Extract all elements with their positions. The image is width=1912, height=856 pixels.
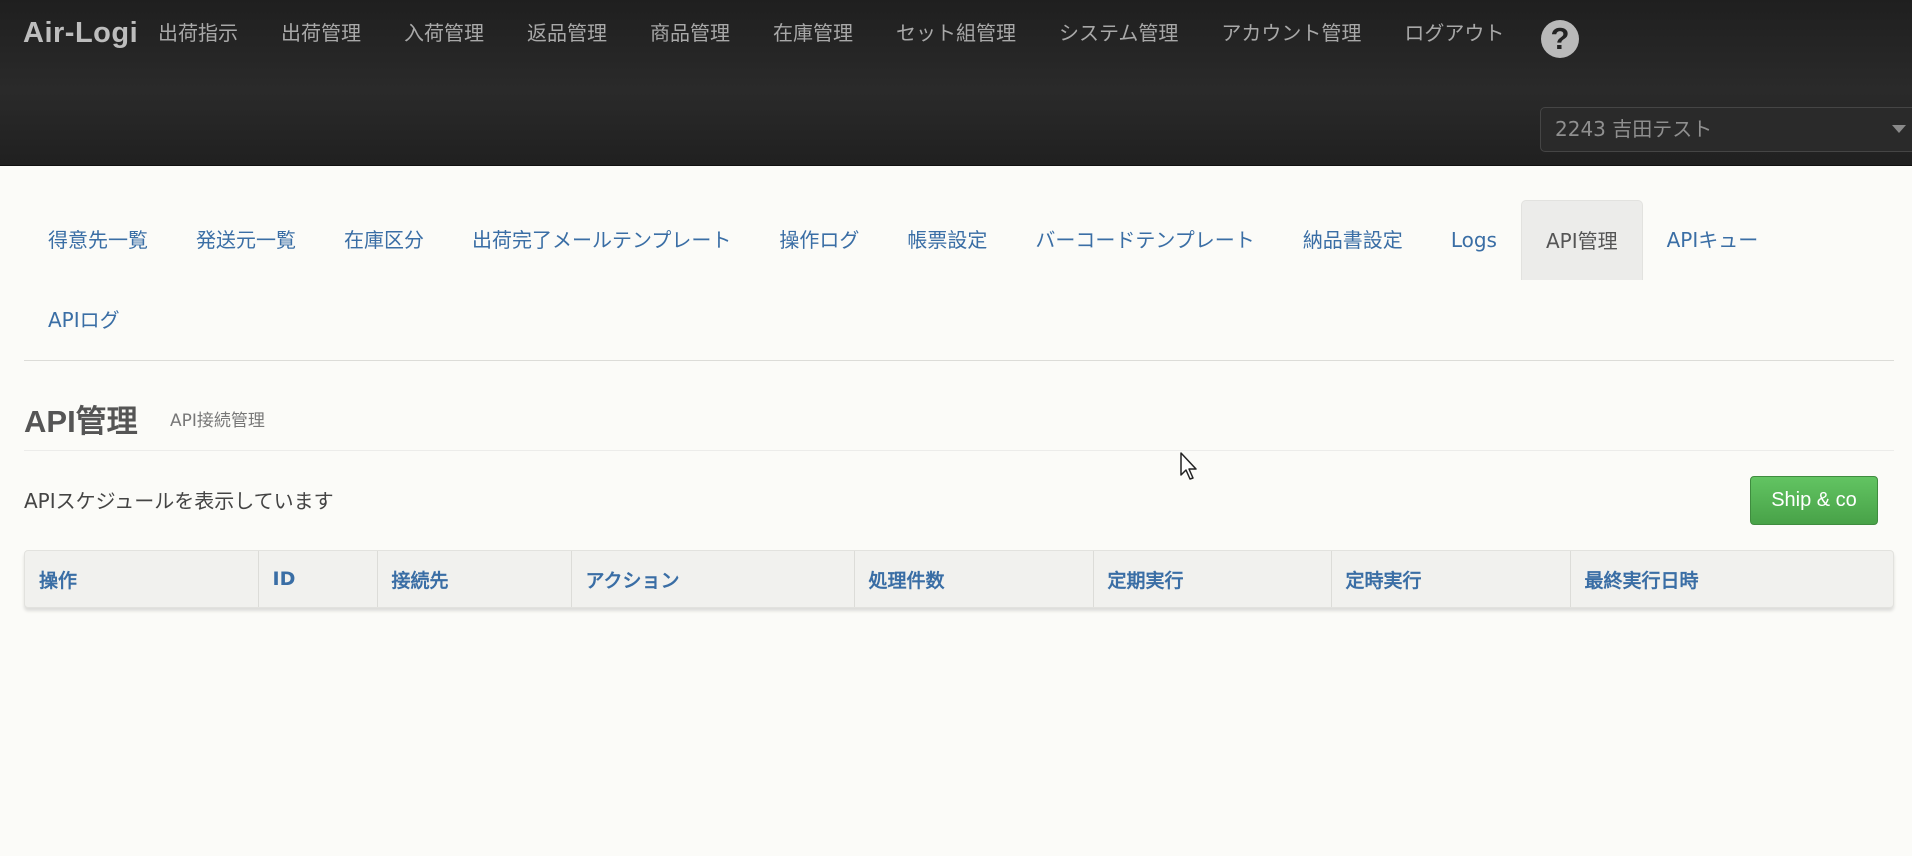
chevron-down-icon bbox=[1892, 125, 1906, 133]
column-header-last-run[interactable]: 最終実行日時 bbox=[1569, 551, 1895, 607]
settings-tabs: 得意先一覧 発送元一覧 在庫区分 出荷完了メールテンプレート 操作ログ 帳票設定… bbox=[24, 200, 1894, 360]
tab-row-1: 得意先一覧 発送元一覧 在庫区分 出荷完了メールテンプレート 操作ログ 帳票設定… bbox=[24, 200, 1894, 280]
column-header-scheduled-run[interactable]: 定時実行 bbox=[1330, 551, 1570, 607]
nav-set-management[interactable]: セット組管理 bbox=[896, 18, 1016, 48]
nav-system-management[interactable]: システム管理 bbox=[1059, 18, 1178, 48]
tab-customer-list[interactable]: 得意先一覧 bbox=[24, 200, 172, 280]
page-description: APIスケジュールを表示しています bbox=[24, 489, 334, 513]
nav-receiving-management[interactable]: 入荷管理 bbox=[404, 18, 484, 48]
column-header-processed-count[interactable]: 処理件数 bbox=[853, 551, 1093, 607]
page-subtitle: API接続管理 bbox=[170, 411, 265, 431]
column-header-action[interactable]: アクション bbox=[570, 551, 854, 607]
column-header-connection[interactable]: 接続先 bbox=[376, 551, 571, 607]
nav-logout[interactable]: ログアウト bbox=[1404, 18, 1504, 48]
nav-product-management[interactable]: 商品管理 bbox=[650, 18, 730, 48]
page-title: API管理 bbox=[24, 404, 138, 439]
tab-sender-list[interactable]: 発送元一覧 bbox=[172, 200, 320, 280]
tab-logs[interactable]: Logs bbox=[1427, 200, 1521, 280]
tab-operation-log[interactable]: 操作ログ bbox=[755, 200, 883, 280]
tab-form-settings[interactable]: 帳票設定 bbox=[883, 200, 1011, 280]
mouse-cursor-icon bbox=[1180, 452, 1197, 480]
column-header-periodic-run[interactable]: 定期実行 bbox=[1092, 551, 1331, 607]
tab-api-log[interactable]: APIログ bbox=[24, 280, 144, 360]
ship-and-co-button[interactable]: Ship & co bbox=[1750, 476, 1878, 525]
nav-shipping-instructions[interactable]: 出荷指示 bbox=[158, 18, 238, 48]
nav-shipping-management[interactable]: 出荷管理 bbox=[281, 18, 361, 48]
tab-delivery-note-settings[interactable]: 納品書設定 bbox=[1279, 200, 1427, 280]
tab-shipping-complete-mail-template[interactable]: 出荷完了メールテンプレート bbox=[448, 200, 755, 280]
api-schedule-table: 操作 ID 接続先 アクション 処理件数 定期実行 定時実行 最終実行日時 bbox=[24, 550, 1895, 608]
company-select[interactable]: 2243 吉田テスト bbox=[1540, 107, 1912, 152]
column-header-id[interactable]: ID bbox=[257, 551, 377, 607]
tab-api-management[interactable]: API管理 bbox=[1520, 200, 1643, 280]
tabs-divider bbox=[24, 360, 1894, 361]
top-navbar: Air-Logi 出荷指示 出荷管理 入荷管理 返品管理 商品管理 在庫管理 セ… bbox=[0, 0, 1912, 166]
column-header-operation[interactable]: 操作 bbox=[25, 551, 258, 607]
brand-logo[interactable]: Air-Logi bbox=[23, 17, 138, 50]
nav-inventory-management[interactable]: 在庫管理 bbox=[773, 18, 853, 48]
title-divider bbox=[24, 450, 1894, 451]
table-header-row: 操作 ID 接続先 アクション 処理件数 定期実行 定時実行 最終実行日時 bbox=[25, 551, 1895, 607]
tab-inventory-category[interactable]: 在庫区分 bbox=[320, 200, 448, 280]
tab-api-queue[interactable]: APIキュー bbox=[1643, 200, 1783, 280]
tab-row-2: APIログ bbox=[24, 280, 1894, 360]
main-nav: 出荷指示 出荷管理 入荷管理 返品管理 商品管理 在庫管理 セット組管理 システ… bbox=[158, 18, 1547, 48]
nav-account-management[interactable]: アカウント管理 bbox=[1221, 18, 1361, 48]
nav-returns-management[interactable]: 返品管理 bbox=[527, 18, 607, 48]
help-icon[interactable]: ? bbox=[1541, 20, 1579, 58]
tab-barcode-template[interactable]: バーコードテンプレート bbox=[1011, 200, 1278, 280]
